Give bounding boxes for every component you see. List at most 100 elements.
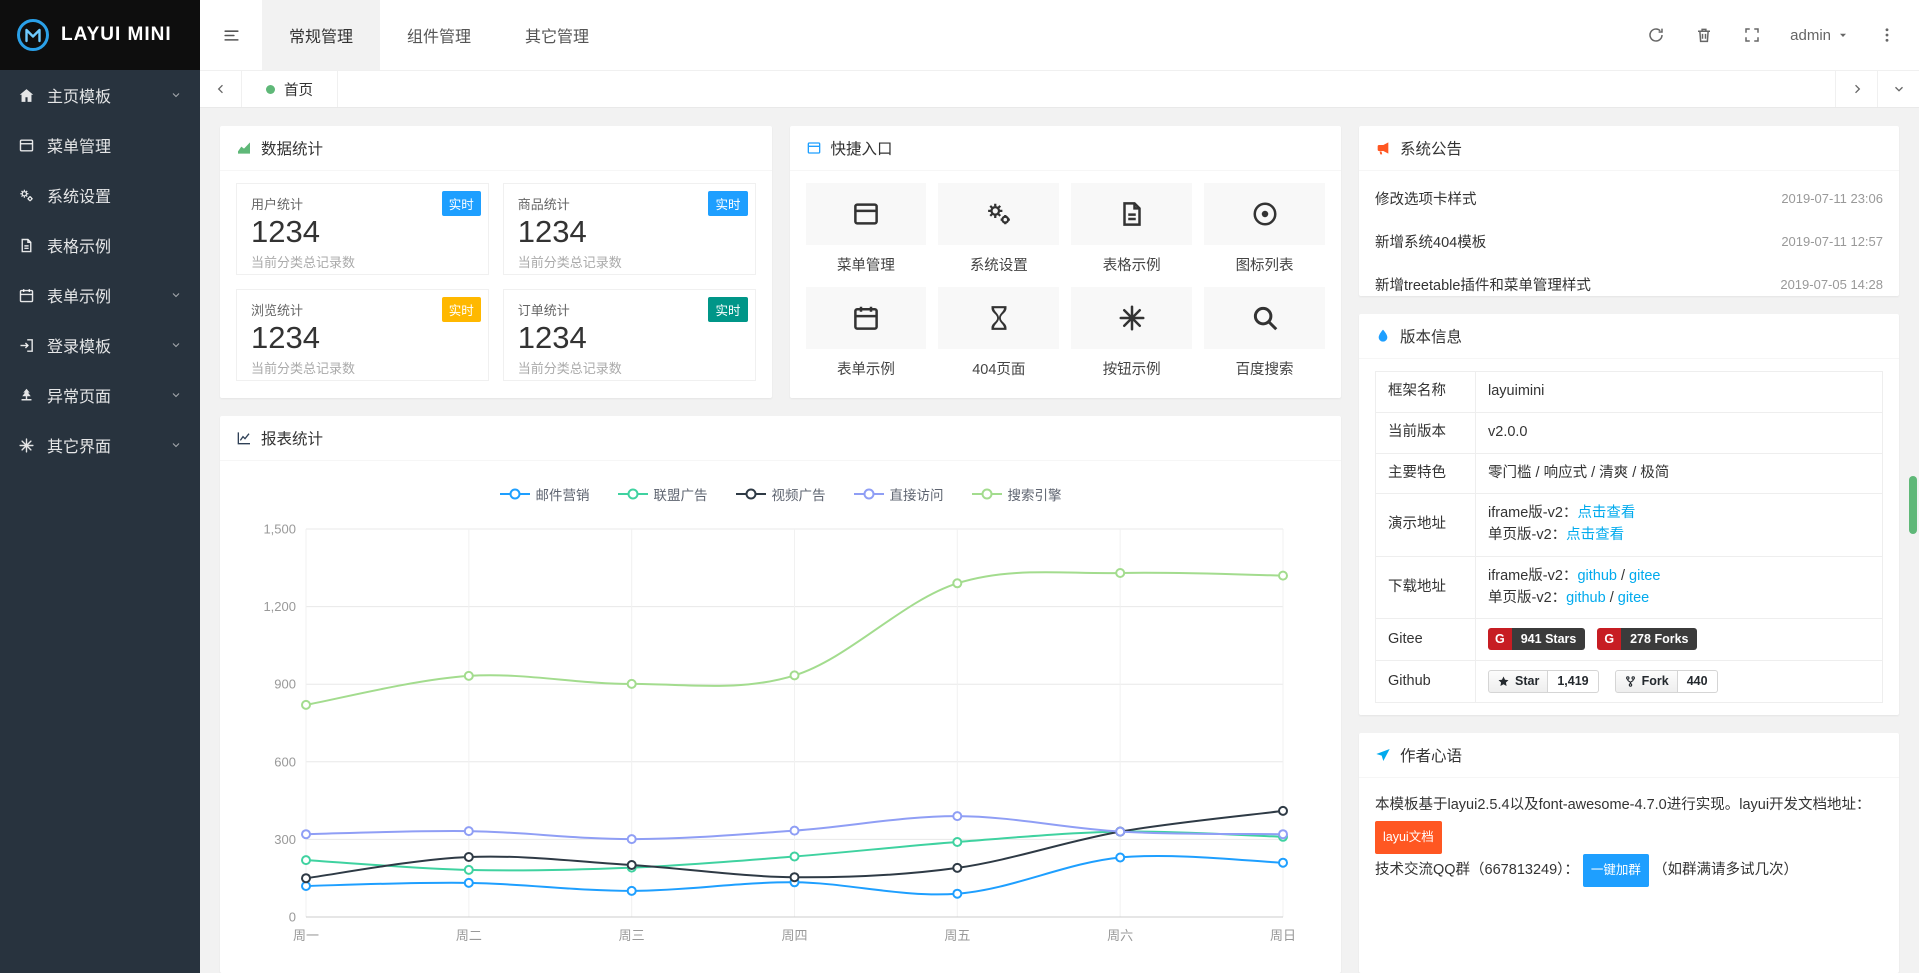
github-fork-count: 440 (1678, 670, 1718, 693)
gitee-logo-icon: G (1488, 628, 1512, 650)
github-star-button[interactable]: Star 1,419 (1488, 670, 1599, 693)
quick-entry-table[interactable]: 表格示例 (1071, 183, 1192, 275)
legend-item[interactable]: 直接访问 (854, 484, 944, 504)
legend-marker-icon (736, 488, 766, 500)
svg-text:600: 600 (274, 754, 296, 769)
calendar-icon (18, 287, 35, 304)
legend-marker-icon (854, 488, 884, 500)
sidebar-item-error-pages[interactable]: 异常页面 (0, 370, 200, 420)
tab-operations-button[interactable] (1877, 71, 1919, 107)
gitee-forks-badge[interactable]: G 278 Forks (1597, 628, 1697, 650)
card-header: 版本信息 (1359, 314, 1899, 359)
sidebar-menu: 主页模板 菜单管理 系统设置 表格示例 表单示例 登录 (0, 70, 200, 470)
demo-iframe-link[interactable]: 点击查看 (1577, 505, 1635, 521)
legend-item[interactable]: 搜索引擎 (972, 484, 1062, 504)
legend-item[interactable]: 视频广告 (736, 484, 826, 504)
header-tab-general[interactable]: 常规管理 (262, 0, 380, 70)
stat-box-orders[interactable]: 订单统计 1234 当前分类总记录数 实时 (503, 289, 756, 381)
tabbar-spacer (338, 71, 1835, 107)
refresh-button[interactable] (1632, 0, 1680, 70)
sidebar-toggle-button[interactable] (200, 0, 262, 70)
table-row: 下载地址 iframe版-v2：github / gitee 单页版-v2：gi… (1376, 556, 1883, 619)
legend-item[interactable]: 联盟广告 (618, 484, 708, 504)
svg-text:周二: 周二 (456, 928, 482, 943)
line-chart-icon (236, 430, 252, 446)
username: admin (1790, 27, 1831, 44)
stat-badge: 实时 (442, 297, 481, 322)
star-icon (1497, 675, 1510, 688)
quick-entry-menu[interactable]: 菜单管理 (806, 183, 927, 275)
card-header: 快捷入口 (790, 126, 1342, 171)
quick-entry-form[interactable]: 表单示例 (806, 287, 927, 379)
gitee-stars-badge[interactable]: G 941 Stars (1488, 628, 1585, 650)
sidebar-item-other-ui[interactable]: 其它界面 (0, 420, 200, 470)
card-title: 作者心语 (1400, 744, 1462, 766)
app-logo[interactable]: LAYUI MINI (0, 0, 200, 70)
clear-cache-button[interactable] (1680, 0, 1728, 70)
stat-value: 1234 (251, 320, 474, 356)
logo-icon (15, 17, 51, 53)
header-tab-other[interactable]: 其它管理 (498, 0, 616, 70)
scrollbar-thumb[interactable] (1909, 476, 1917, 534)
card-header: 数据统计 (220, 126, 772, 171)
window-icon (851, 199, 881, 229)
user-menu[interactable]: admin (1776, 27, 1863, 44)
report-stats-card: 报表统计 邮件营销联盟广告视频广告直接访问搜索引擎 03006009001,20… (220, 416, 1341, 973)
more-menu-button[interactable] (1863, 0, 1911, 70)
version-info-card: 版本信息 框架名称 layuimini 当前版本 v2.0.0 (1359, 314, 1899, 715)
svg-text:周三: 周三 (619, 928, 645, 943)
download-github-link[interactable]: github (1566, 590, 1606, 606)
stat-box-goods[interactable]: 商品统计 1234 当前分类总记录数 实时 (503, 183, 756, 275)
fork-icon (1624, 675, 1637, 688)
sidebar-item-menu-manage[interactable]: 菜单管理 (0, 120, 200, 170)
github-fork-button[interactable]: Fork 440 (1615, 670, 1718, 693)
announcement-item[interactable]: 新增treetable插件和菜单管理样式 2019-07-05 14:28 (1375, 263, 1883, 296)
trash-icon (1695, 26, 1713, 44)
line-chart: 03006009001,2001,500周一周二周三周四周五周六周日 (236, 515, 1325, 955)
stat-badge: 实时 (708, 297, 747, 322)
active-tab-dot (266, 85, 275, 94)
stat-value: 1234 (251, 214, 474, 250)
fullscreen-button[interactable] (1728, 0, 1776, 70)
quick-entry-404[interactable]: 404页面 (938, 287, 1059, 379)
table-row: Gitee G 941 Stars G 278 Forks (1376, 619, 1883, 661)
sidebar-item-form-demo[interactable]: 表单示例 (0, 270, 200, 320)
demo-onepage-link[interactable]: 点击查看 (1566, 527, 1624, 543)
quick-entry-baidu-search[interactable]: 百度搜索 (1204, 287, 1325, 379)
stat-badge: 实时 (708, 191, 747, 216)
sidebar-item-system-settings[interactable]: 系统设置 (0, 170, 200, 220)
quick-entry-buttons[interactable]: 按钮示例 (1071, 287, 1192, 379)
download-gitee-link[interactable]: gitee (1618, 590, 1649, 606)
join-qq-group-badge[interactable]: 一键加群 (1583, 854, 1649, 887)
card-title: 数据统计 (261, 137, 323, 159)
announcement-item[interactable]: 修改选项卡样式 2019-07-11 23:06 (1375, 177, 1883, 220)
table-row: 当前版本 v2.0.0 (1376, 412, 1883, 453)
author-text: 本模板基于layui2.5.4以及font-awesome-4.7.0进行实现。… (1375, 790, 1883, 887)
download-github-link[interactable]: github (1577, 568, 1617, 584)
card-title: 版本信息 (1400, 325, 1462, 347)
tab-scroll-left-button[interactable] (200, 71, 242, 107)
legend-item[interactable]: 邮件营销 (500, 484, 590, 504)
author-words-card: 作者心语 本模板基于layui2.5.4以及font-awesome-4.7.0… (1359, 733, 1899, 973)
stat-box-views[interactable]: 浏览统计 1234 当前分类总记录数 实时 (236, 289, 489, 381)
sidebar-item-home-template[interactable]: 主页模板 (0, 70, 200, 120)
search-icon (1250, 303, 1280, 333)
quick-entry-settings[interactable]: 系统设置 (938, 183, 1059, 275)
sidebar-item-login-template[interactable]: 登录模板 (0, 320, 200, 370)
sidebar-item-table-demo[interactable]: 表格示例 (0, 220, 200, 270)
layui-doc-badge[interactable]: layui文档 (1375, 821, 1442, 854)
stat-box-users[interactable]: 用户统计 1234 当前分类总记录数 实时 (236, 183, 489, 275)
document-icon (18, 237, 35, 254)
header-tab-components[interactable]: 组件管理 (380, 0, 498, 70)
page-tab-home[interactable]: 首页 (242, 71, 338, 107)
table-row: Github Star 1,419 (1376, 660, 1883, 702)
announcement-item[interactable]: 新增系统404模板 2019-07-11 12:57 (1375, 220, 1883, 263)
tab-scroll-right-button[interactable] (1835, 71, 1877, 107)
download-gitee-link[interactable]: gitee (1629, 568, 1660, 584)
paper-plane-icon (1375, 747, 1391, 763)
svg-text:周六: 周六 (1107, 928, 1133, 943)
card-title: 快捷入口 (831, 137, 893, 159)
quick-entry-icons[interactable]: 图标列表 (1204, 183, 1325, 275)
home-icon (18, 87, 35, 104)
svg-text:周四: 周四 (781, 928, 807, 943)
